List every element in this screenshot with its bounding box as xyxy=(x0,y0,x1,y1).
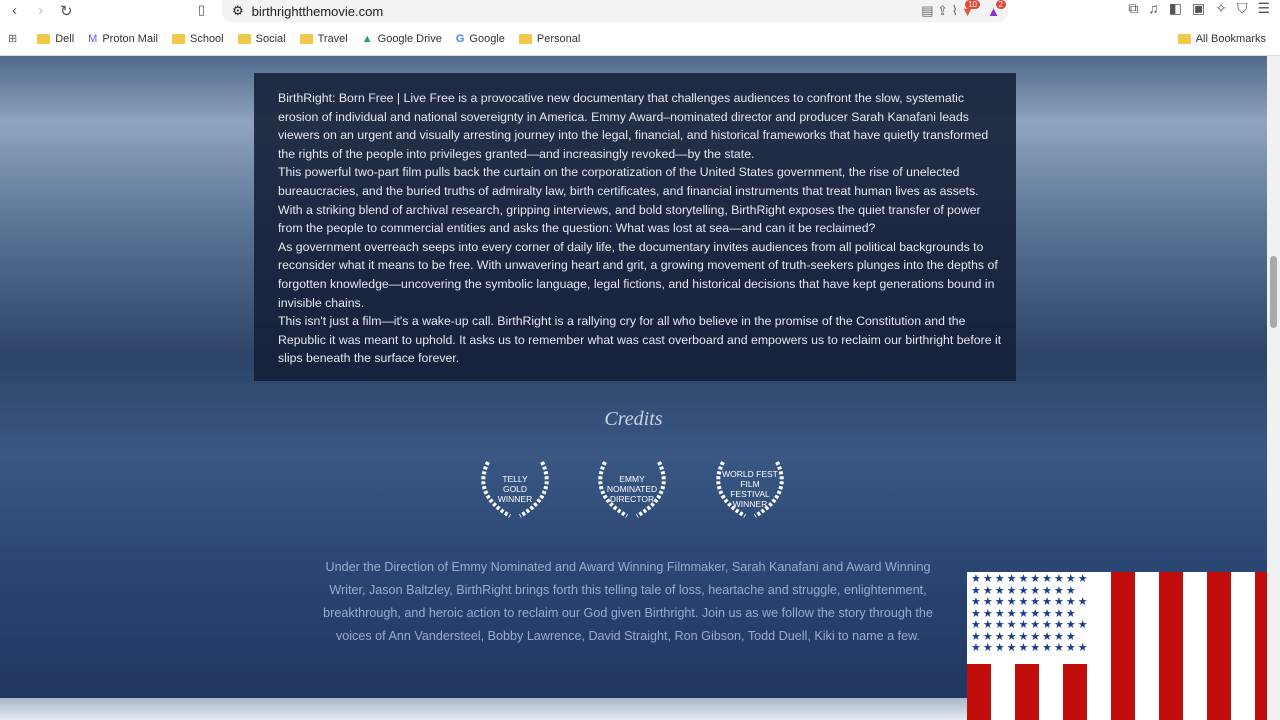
ai-icon[interactable]: ✧ xyxy=(1215,0,1227,17)
reader-share-icons[interactable]: ▤ ⇪ ⌇ xyxy=(921,3,958,19)
award-line: EMMY xyxy=(619,474,645,484)
vpn-icon[interactable]: ⛉ xyxy=(1237,0,1248,17)
bookmark-label: Social xyxy=(255,32,286,45)
credits-description: Under the Direction of Emmy Nominated an… xyxy=(323,560,933,643)
bookmark-label: Personal xyxy=(536,32,581,45)
synopsis-paragraph: This isn't just a film—it's a wake-up ca… xyxy=(278,314,1002,366)
google-icon: G xyxy=(455,32,465,45)
folder-icon xyxy=(171,33,185,44)
bookmark-proton-mail[interactable]: M Proton Mail xyxy=(88,33,158,45)
award-line: WINNER xyxy=(732,499,768,509)
all-bookmarks[interactable]: All Bookmarks xyxy=(1177,32,1266,45)
award-telly: TELLY GOLD WINNER xyxy=(470,454,560,524)
back-icon[interactable]: ‹ xyxy=(12,2,17,19)
folder-icon xyxy=(518,33,532,44)
bookmark-label: Travel xyxy=(317,32,348,45)
url-text[interactable]: birthrightthemovie.com xyxy=(252,4,384,19)
brave-shield-icon[interactable]: ▼ 10 xyxy=(961,0,980,19)
folder-icon xyxy=(37,33,51,44)
wallet-icon[interactable]: ▣ xyxy=(1192,0,1205,17)
forward-icon[interactable]: › xyxy=(38,2,43,19)
reload-icon[interactable]: ↻ xyxy=(60,2,73,20)
bookmark-label: School xyxy=(189,32,224,45)
bookmark-google[interactable]: G Google xyxy=(456,33,505,45)
site-settings-icon[interactable]: ⚙ xyxy=(232,3,244,19)
bookmark-social[interactable]: Social xyxy=(237,32,286,45)
menu-icon[interactable]: ☰ xyxy=(1257,0,1270,17)
browser-toolbar: ‹ › ↻ ▯ ⚙ birthrightthemovie.com ▤ ⇪ ⌇ ▼… xyxy=(0,0,1280,22)
synopsis-box: BirthRight: Born Free | Live Free is a p… xyxy=(254,73,1016,381)
award-line: DIRECTOR xyxy=(609,494,655,504)
award-worldfest: WORLD FEST FILM FESTIVAL WINNER xyxy=(705,454,795,524)
screenshot-icon[interactable]: ⧉ xyxy=(1128,0,1138,17)
bookmark-label: Proton Mail xyxy=(102,32,158,45)
synopsis-paragraph: As government overreach seeps into every… xyxy=(278,239,998,310)
synopsis-paragraph: This powerful two-part film pulls back t… xyxy=(278,165,981,236)
folder-icon xyxy=(299,33,313,44)
bookmark-google-drive[interactable]: ▲ Google Drive xyxy=(362,33,442,45)
bookmark-icon[interactable]: ▯ xyxy=(198,2,205,18)
rewards-badge: 2 xyxy=(995,0,1006,9)
synopsis-paragraph: BirthRight: Born Free | Live Free is a p… xyxy=(278,91,989,161)
scrollbar[interactable] xyxy=(1267,56,1280,720)
apps-icon[interactable]: ⊞ xyxy=(8,32,17,45)
bookmark-label: Dell xyxy=(55,32,75,45)
award-line: TELLY xyxy=(502,474,528,484)
scrollbar-thumb[interactable] xyxy=(1270,256,1277,328)
rewards-icon[interactable]: ▲ 2 xyxy=(987,0,1006,19)
music-icon[interactable]: ♫ xyxy=(1148,0,1159,17)
wave-decoration xyxy=(0,698,967,720)
brave-badge: 10 xyxy=(965,0,980,9)
award-line: WINNER xyxy=(497,494,533,504)
bookmark-personal[interactable]: Personal xyxy=(518,32,581,45)
bookmark-label: All Bookmarks xyxy=(1195,32,1266,45)
bookmark-label: Google xyxy=(469,32,505,45)
credits-heading: Credits xyxy=(604,408,663,430)
bookmark-label: Google Drive xyxy=(377,32,442,45)
flag-stars: ★★★★★★★★★★ ★★★★★★★★★ ★★★★★★★★★★ ★★★★★★★★★ ★★… xyxy=(967,572,1111,664)
bookmark-dell[interactable]: Dell xyxy=(37,33,74,45)
folder-icon xyxy=(1177,33,1191,44)
award-line: FESTIVAL xyxy=(730,489,770,499)
award-line: NOMINATED xyxy=(606,484,658,494)
bookmarks-bar: ⊞ Dell M Proton Mail School Social Travel… xyxy=(0,22,1280,56)
bookmark-travel[interactable]: Travel xyxy=(299,32,348,45)
bookmark-school[interactable]: School xyxy=(171,32,224,45)
sidebar-icon[interactable]: ◧ xyxy=(1169,0,1182,17)
award-emmy: EMMY NOMINATED DIRECTOR xyxy=(587,454,677,524)
award-line: FILM xyxy=(740,479,760,489)
us-flag-image: ★★★★★★★★★★ ★★★★★★★★★ ★★★★★★★★★★ ★★★★★★★★★ ★★… xyxy=(967,572,1280,720)
address-bar[interactable]: ⚙ birthrightthemovie.com ▤ ⇪ ⌇ ▼ 10 ▲ 2 xyxy=(222,0,1008,22)
folder-icon xyxy=(237,33,251,44)
proton-icon: M xyxy=(88,32,98,45)
drive-icon: ▲ xyxy=(361,32,373,45)
award-line: GOLD xyxy=(502,484,528,494)
award-line: WORLD FEST xyxy=(722,469,778,479)
